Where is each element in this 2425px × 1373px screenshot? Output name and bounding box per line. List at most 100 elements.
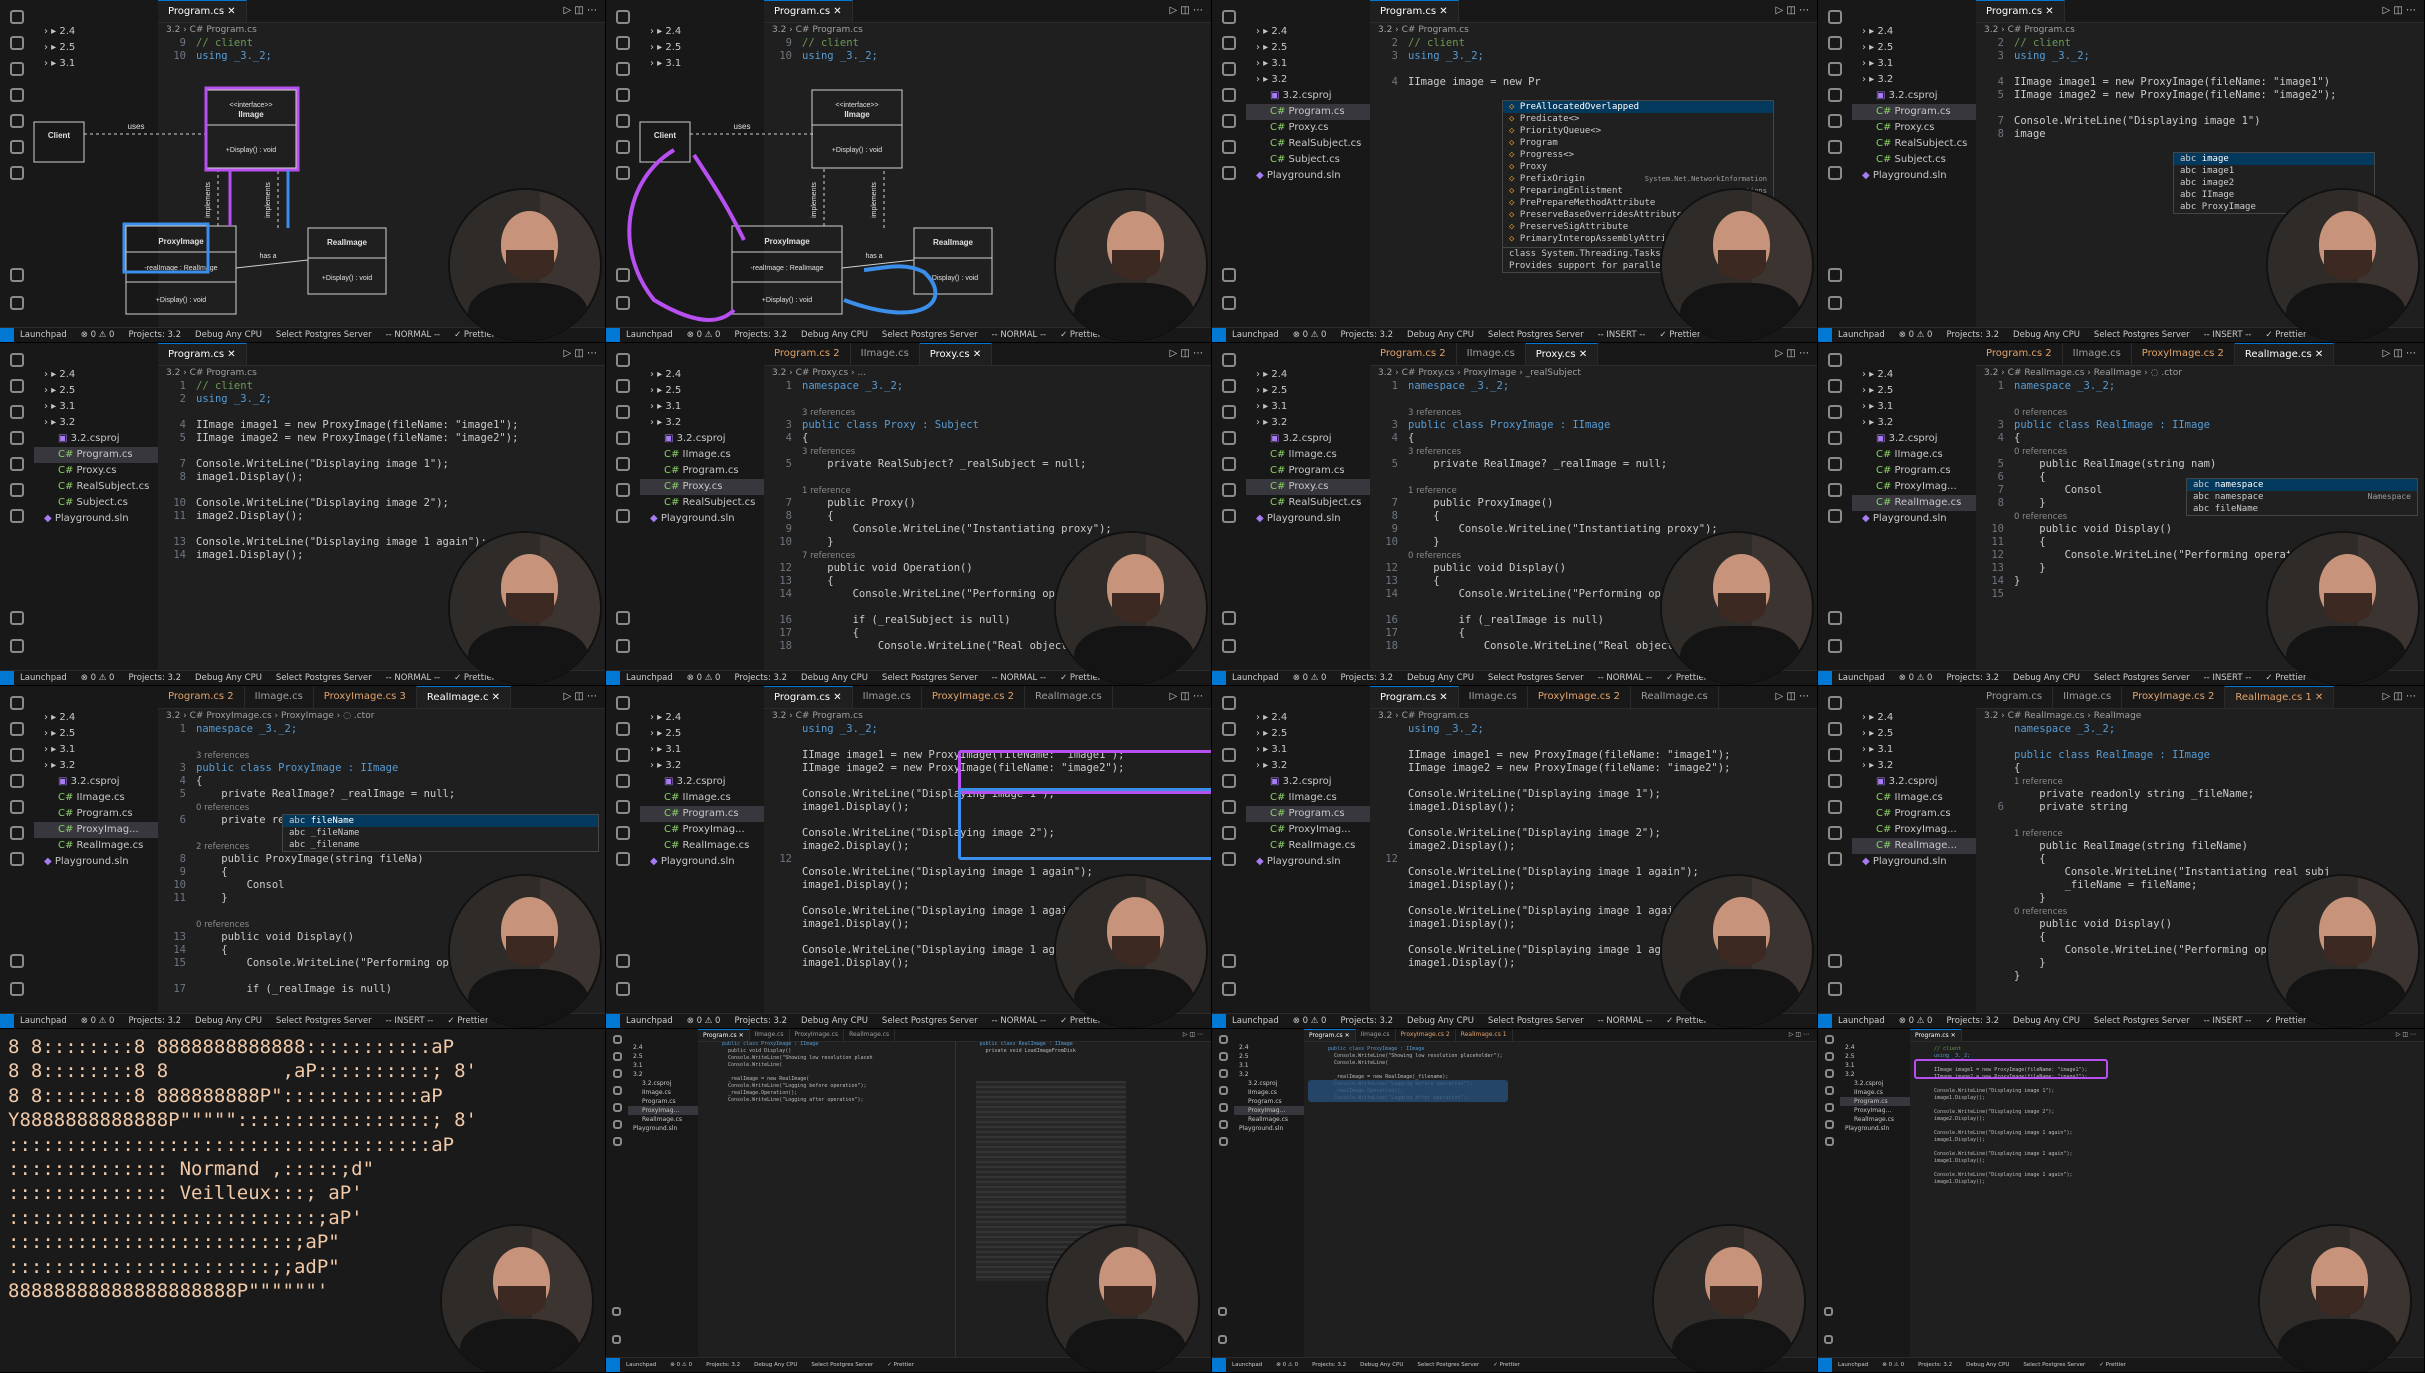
tree-item-f24[interactable]: › ▸ 2.4 bbox=[640, 710, 764, 726]
launchpad-button[interactable]: Launchpad bbox=[1838, 330, 1885, 340]
close-icon[interactable]: ✕ bbox=[1343, 1032, 1350, 1039]
tree-item-f32[interactable]: › ▸ 3.2 bbox=[1246, 415, 1370, 431]
files-icon[interactable] bbox=[616, 696, 630, 710]
tree-item-f31[interactable]: › ▸ 3.1 bbox=[1246, 56, 1370, 72]
tree-item-csproj[interactable]: ▣ 3.2.csproj bbox=[1852, 431, 1976, 447]
code-area[interactable]: 2 // client 3 using _3._2; 4 IImage image1 = … bbox=[1976, 37, 2424, 141]
files-icon[interactable] bbox=[1828, 696, 1842, 710]
editor-tab[interactable]: IImage.cs bbox=[1459, 686, 1528, 708]
more-actions-icon[interactable]: ⋯ bbox=[1799, 691, 1809, 702]
editor-tab[interactable]: IImage.cs bbox=[1356, 1029, 1396, 1041]
search-icon[interactable] bbox=[1828, 722, 1842, 736]
run-icon[interactable]: ▷ bbox=[2382, 691, 2393, 702]
more-actions-icon[interactable]: ⋯ bbox=[1799, 348, 1809, 359]
search-icon[interactable] bbox=[1222, 36, 1236, 50]
completion-item[interactable]: ◇ Progress<> bbox=[1503, 149, 1773, 161]
close-icon[interactable]: ✕ bbox=[2042, 6, 2053, 17]
tree-item-f25[interactable]: › ▸ 2.5 bbox=[1246, 40, 1370, 56]
editor-tab[interactable]: Program.cs 2 bbox=[1976, 343, 2063, 365]
search-icon[interactable] bbox=[1828, 379, 1842, 393]
editor-tab[interactable]: RealImage.c ✕ bbox=[416, 686, 512, 708]
launchpad-button[interactable]: Launchpad bbox=[20, 1016, 67, 1026]
editor-tab[interactable]: Program.cs 2 bbox=[1370, 343, 1457, 365]
more-icon[interactable] bbox=[1828, 509, 1842, 523]
launchpad-button[interactable]: Launchpad bbox=[626, 1016, 673, 1026]
gear-icon[interactable] bbox=[1828, 982, 1842, 996]
editor-tab[interactable]: Program.cs 2 bbox=[764, 343, 851, 365]
tree-item-sln[interactable]: ◆ Playground.sln bbox=[1852, 168, 1976, 184]
gear-icon[interactable] bbox=[1222, 982, 1236, 996]
editor-tab[interactable]: IImage.cs bbox=[2063, 343, 2132, 365]
code-area[interactable]: public class RealImage : IImage private … bbox=[956, 1041, 1212, 1055]
remote-indicator-icon[interactable] bbox=[0, 671, 14, 685]
run-debug-icon[interactable] bbox=[1222, 431, 1236, 445]
extensions-icon[interactable] bbox=[1222, 457, 1236, 471]
account-icon[interactable] bbox=[612, 1307, 621, 1316]
run-icon[interactable]: ▷ bbox=[563, 348, 574, 359]
remote-icon[interactable] bbox=[10, 826, 24, 840]
tree-item-program[interactable]: C# Program.cs bbox=[1246, 806, 1370, 822]
postgres-select[interactable]: Select Postgres Server bbox=[811, 1362, 873, 1368]
gear-icon[interactable] bbox=[1222, 639, 1236, 653]
completion-item[interactable]: ◇ PriorityQueue<> bbox=[1503, 125, 1773, 137]
tree-item-f25[interactable]: › ▸ 2.5 bbox=[640, 383, 764, 399]
run-debug-icon[interactable] bbox=[1828, 431, 1842, 445]
remote-indicator-icon[interactable] bbox=[1212, 1358, 1226, 1372]
run-icon[interactable]: ▷ bbox=[2382, 348, 2393, 359]
split-editor-icon[interactable]: ◫ bbox=[2393, 348, 2406, 359]
close-icon[interactable]: ✕ bbox=[1576, 349, 1587, 360]
run-debug-icon[interactable] bbox=[612, 1086, 622, 1095]
files-icon[interactable] bbox=[10, 696, 24, 710]
editor-tab[interactable]: Program.cs ✕ bbox=[1370, 0, 1459, 22]
remote-indicator-icon[interactable] bbox=[1212, 1014, 1226, 1028]
tree-item-sln[interactable]: ◆ Playground.sln bbox=[34, 854, 158, 870]
split-editor-icon[interactable]: ◫ bbox=[574, 348, 587, 359]
extensions-icon[interactable] bbox=[1222, 800, 1236, 814]
completion-item[interactable]: ◇ PreAllocatedOverlapped bbox=[1503, 101, 1773, 113]
close-icon[interactable]: ✕ bbox=[830, 692, 841, 703]
tree-item-f25[interactable]: › ▸ 2.5 bbox=[1246, 726, 1370, 742]
editor-tab[interactable]: RealImage.cs bbox=[1631, 686, 1719, 708]
source-control-icon[interactable] bbox=[10, 405, 24, 419]
files-icon[interactable] bbox=[10, 353, 24, 367]
editor-tab[interactable]: Program.cs ✕ bbox=[764, 686, 853, 708]
build-config[interactable]: Debug Any CPU bbox=[801, 673, 868, 683]
more-icon[interactable] bbox=[1222, 509, 1236, 523]
close-icon[interactable]: ✕ bbox=[1436, 6, 1447, 17]
editor-tab[interactable]: ProxyImage.cs 2 bbox=[2132, 343, 2235, 365]
tree-item-proxy[interactable]: C# Proxy.cs bbox=[1246, 120, 1370, 136]
account-icon[interactable] bbox=[616, 611, 630, 625]
code-area[interactable]: // client using _3._2; IImage image1 = new… bbox=[1910, 1042, 2424, 1186]
editor-tab[interactable]: IImage.cs bbox=[1457, 343, 1526, 365]
gear-icon[interactable] bbox=[10, 982, 24, 996]
tree-item-f32[interactable]: › ▸ 3.2 bbox=[34, 758, 158, 774]
tree-item-csproj[interactable]: ▣ 3.2.csproj bbox=[640, 774, 764, 790]
run-debug-icon[interactable] bbox=[10, 774, 24, 788]
tree-item-proxyimage_short[interactable]: ProxyImag... bbox=[1840, 1106, 1910, 1115]
editor-tab[interactable]: Program.cs ✕ bbox=[1370, 686, 1459, 708]
files-icon[interactable] bbox=[1222, 696, 1236, 710]
tree-item-iimage[interactable]: C# IImage.cs bbox=[640, 447, 764, 463]
build-config[interactable]: Debug Any CPU bbox=[195, 673, 262, 683]
tree-item-sln[interactable]: ◆ Playground.sln bbox=[1246, 168, 1370, 184]
extensions-icon[interactable] bbox=[10, 457, 24, 471]
tree-item-proxyimage_short[interactable]: ProxyImag... bbox=[628, 1106, 698, 1115]
tree-item-realsubject[interactable]: C# RealSubject.cs bbox=[1246, 495, 1370, 511]
editor-tab[interactable]: ProxyImage.cs bbox=[790, 1029, 845, 1041]
launchpad-button[interactable]: Launchpad bbox=[1232, 330, 1279, 340]
tree-item-subject[interactable]: C# Subject.cs bbox=[34, 495, 158, 511]
tree-item-f24[interactable]: › ▸ 2.4 bbox=[1246, 710, 1370, 726]
gear-icon[interactable] bbox=[612, 1335, 621, 1344]
source-control-icon[interactable] bbox=[1222, 405, 1236, 419]
account-icon[interactable] bbox=[616, 954, 630, 968]
remote-indicator-icon[interactable] bbox=[606, 671, 620, 685]
tree-item-f31[interactable]: 3.1 bbox=[628, 1061, 698, 1070]
editor-tab[interactable]: ProxyImage.cs 2 bbox=[922, 686, 1025, 708]
tree-item-f32[interactable]: › ▸ 3.2 bbox=[640, 415, 764, 431]
account-icon[interactable] bbox=[1828, 611, 1842, 625]
editor-tab[interactable]: ProxyImage.cs 3 bbox=[314, 686, 417, 708]
source-control-icon[interactable] bbox=[616, 405, 630, 419]
projects-indicator[interactable]: Projects: 3.2 bbox=[1946, 1016, 1999, 1026]
tree-item-sln[interactable]: ◆ Playground.sln bbox=[34, 511, 158, 527]
account-icon[interactable] bbox=[1222, 268, 1236, 282]
